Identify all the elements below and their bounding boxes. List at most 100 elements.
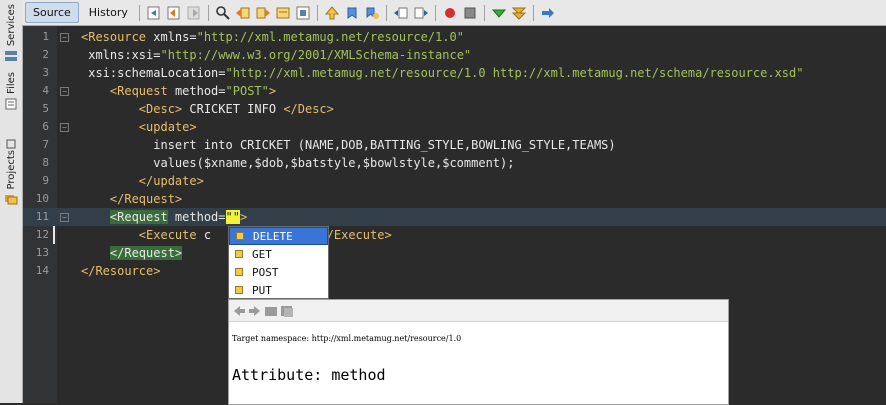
toolbar-separator bbox=[385, 4, 387, 21]
services-tab-label: Services bbox=[5, 4, 17, 47]
line-number: 8 bbox=[42, 156, 49, 169]
line-number: 1 bbox=[42, 30, 49, 43]
code-text: <update> bbox=[81, 118, 197, 136]
completion-option[interactable]: DELETE bbox=[229, 227, 328, 245]
code-line[interactable]: 14 </Resource> bbox=[23, 262, 886, 280]
code-line[interactable]: 12 <Execute c </Execute> bbox=[23, 226, 886, 244]
code-text: insert into CRICKET (NAME,DOB,BATTING_ST… bbox=[81, 136, 616, 154]
token-tag: </Execute> bbox=[319, 228, 392, 242]
start-macro-icon[interactable] bbox=[442, 5, 458, 21]
token-str: "http://xml.metamug.net/resource/1.0 htt… bbox=[225, 66, 804, 80]
code-text: xmlns:xsi="http://www.w3.org/2001/XMLSch… bbox=[81, 46, 471, 64]
toggle-highlight-icon[interactable] bbox=[275, 5, 291, 21]
line-number: 3 bbox=[42, 66, 49, 79]
toolbar-separator bbox=[138, 4, 140, 21]
completion-option[interactable]: GET bbox=[229, 245, 328, 263]
line-number: 9 bbox=[42, 174, 49, 187]
forward-icon[interactable] bbox=[186, 5, 202, 21]
last-edit-icon[interactable] bbox=[146, 5, 162, 21]
toolbar-separator bbox=[207, 4, 209, 21]
token-tag: <Execute bbox=[138, 228, 204, 242]
previous-bookmark-icon[interactable] bbox=[324, 5, 340, 21]
shift-left-icon[interactable] bbox=[393, 5, 409, 21]
doc-goto-source-icon[interactable] bbox=[280, 304, 294, 318]
completion-option-label: POST bbox=[252, 265, 279, 279]
toolbar-separator bbox=[483, 4, 485, 21]
token-tag: </Desc> bbox=[283, 102, 334, 116]
doc-open-in-browser-icon[interactable] bbox=[264, 304, 278, 318]
documentation-popup: Target namespace: http://xml.metamug.net… bbox=[228, 299, 729, 405]
xsl-transform-icon[interactable] bbox=[540, 5, 556, 21]
token-str: "http://www.w3.org/2001/XMLSchema-instan… bbox=[160, 48, 472, 62]
edit-marker bbox=[53, 226, 58, 244]
line-number: 11 bbox=[35, 210, 49, 223]
attribute-value-icon bbox=[235, 268, 243, 276]
token-tag: <Request bbox=[109, 210, 168, 224]
projects-tab[interactable]: Projects bbox=[0, 134, 22, 205]
toggle-bookmark-icon[interactable] bbox=[364, 5, 380, 21]
back-icon[interactable] bbox=[166, 5, 182, 21]
code-line[interactable]: 10 </Request> bbox=[23, 190, 886, 208]
code-line[interactable]: 7 insert into CRICKET (NAME,DOB,BATTING_… bbox=[23, 136, 886, 154]
code-line[interactable]: 4 − <Request method="POST"> bbox=[23, 82, 886, 100]
toolbar-separator bbox=[434, 4, 436, 21]
completion-option-label: PUT bbox=[252, 283, 272, 297]
projects-small-icon bbox=[6, 139, 16, 149]
token-tag: </update> bbox=[138, 174, 204, 188]
code-line[interactable]: 11 − <Request method=""> bbox=[23, 208, 886, 226]
code-line[interactable]: 9 </update> bbox=[23, 172, 886, 190]
code-line[interactable]: 5 <Desc> CRICKET INFO </Desc> bbox=[23, 100, 886, 118]
fold-toggle-icon[interactable]: − bbox=[60, 123, 69, 132]
code-text: </Request> bbox=[81, 190, 182, 208]
source-tab[interactable]: Source bbox=[25, 2, 79, 23]
completion-option-label: DELETE bbox=[253, 229, 293, 243]
find-previous-icon[interactable] bbox=[235, 5, 251, 21]
code-line[interactable]: 1 − <Resource xmlns="http://xml.metamug.ne… bbox=[23, 28, 886, 46]
completion-option-label: GET bbox=[252, 247, 272, 261]
code-line[interactable]: 8 values($xname,$dob,$batstyle,$bowlstyl… bbox=[23, 154, 886, 172]
find-icon[interactable] bbox=[215, 5, 231, 21]
token-tag: <Resource bbox=[81, 30, 154, 44]
doc-back-icon[interactable] bbox=[232, 304, 246, 318]
shift-right-icon[interactable] bbox=[413, 5, 429, 21]
line-number: 7 bbox=[42, 138, 49, 151]
token-tag: > bbox=[268, 84, 277, 98]
line-number: 6 bbox=[42, 120, 49, 133]
services-icon bbox=[5, 51, 17, 62]
history-tab[interactable]: History bbox=[82, 3, 135, 22]
doc-forward-icon[interactable] bbox=[248, 304, 262, 318]
code-text: </Resource> bbox=[81, 262, 160, 280]
code-line[interactable]: 6 − <update> bbox=[23, 118, 886, 136]
token-tag: <Desc> bbox=[138, 102, 183, 116]
fold-toggle-icon[interactable]: − bbox=[60, 87, 69, 96]
token-txt: insert into CRICKET (NAME,DOB,BATTING_ST… bbox=[81, 138, 616, 152]
code-line[interactable]: 3 xsi:schemaLocation="http://xml.metamug… bbox=[23, 64, 886, 82]
code-text: <Request method="POST"> bbox=[81, 82, 276, 100]
stop-macro-icon[interactable] bbox=[462, 5, 478, 21]
code-text: values($xname,$dob,$batstyle,$bowlstyle,… bbox=[81, 154, 514, 172]
code-line[interactable]: 2 xmlns:xsi="http://www.w3.org/2001/XMLS… bbox=[23, 46, 886, 64]
completion-option[interactable]: PUT bbox=[229, 281, 328, 299]
fold-toggle-icon[interactable]: − bbox=[60, 213, 69, 222]
code-text: </Request> bbox=[81, 244, 183, 262]
toggle-rectangular-icon[interactable] bbox=[295, 5, 311, 21]
services-tab[interactable]: Services bbox=[0, 4, 22, 62]
code-line[interactable]: 13 </Request> bbox=[23, 244, 886, 262]
check-xml-icon[interactable] bbox=[491, 5, 507, 21]
next-bookmark-icon[interactable] bbox=[344, 5, 360, 21]
attribute-value-icon bbox=[235, 250, 243, 258]
validate-xml-icon[interactable] bbox=[511, 5, 527, 21]
token-str: "http://xml.metamug.net/resource/1.0" bbox=[196, 30, 464, 44]
fold-toggle-icon[interactable]: − bbox=[60, 33, 69, 42]
completion-option[interactable]: POST bbox=[229, 263, 328, 281]
token-txt: CRICKET INFO bbox=[182, 102, 284, 116]
find-next-icon[interactable] bbox=[255, 5, 271, 21]
code-text: xsi:schemaLocation="http://xml.metamug.n… bbox=[81, 64, 803, 82]
toolbar-separator bbox=[532, 4, 534, 21]
code-text: <Desc> CRICKET INFO </Desc> bbox=[81, 100, 334, 118]
files-tab[interactable]: Files bbox=[0, 72, 22, 110]
files-icon bbox=[5, 98, 17, 110]
